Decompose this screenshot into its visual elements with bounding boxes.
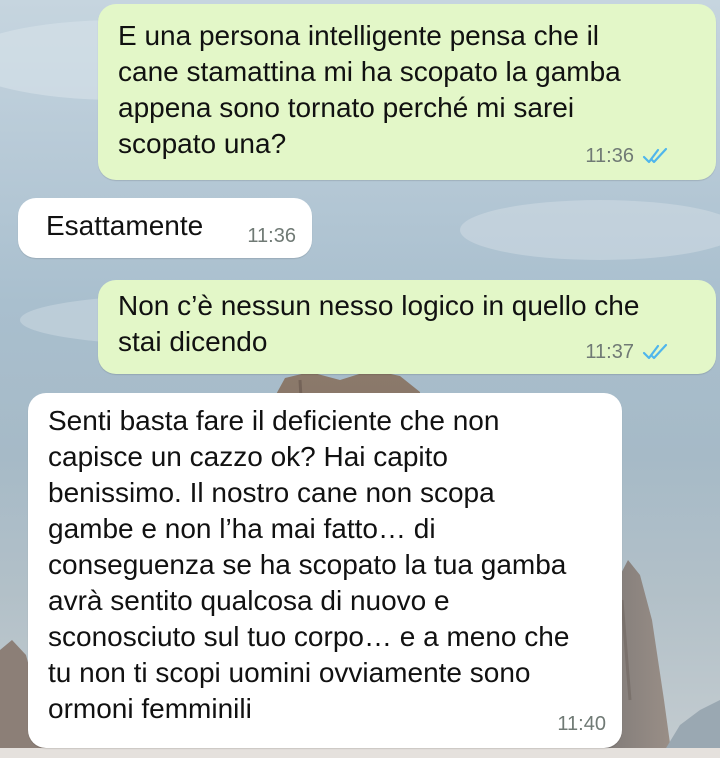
message-text: E una persona intelligente pensa che il … [118,20,621,159]
double-check-icon [642,147,668,164]
message-bubble-outgoing[interactable]: Non c’è nessun nesso logico in quello ch… [98,280,716,374]
message-meta: 11:37 [585,342,670,362]
message-bubble-incoming[interactable]: Esattamente 11:36 [18,198,312,258]
message-time: 11:37 [585,341,634,363]
double-check-icon [642,343,668,360]
message-text: Senti basta fare il deficiente che non c… [48,405,570,724]
message-time: 11:36 [585,145,634,167]
message-meta: 11:36 [247,226,296,246]
message-bubble-outgoing[interactable]: E una persona intelligente pensa che il … [98,4,716,180]
message-time: 11:36 [247,225,296,247]
message-meta: 11:36 [585,146,670,166]
message-meta: 11:40 [557,714,606,734]
message-bubble-incoming[interactable]: Senti basta fare il deficiente che non c… [28,393,622,748]
message-time: 11:40 [557,713,606,735]
